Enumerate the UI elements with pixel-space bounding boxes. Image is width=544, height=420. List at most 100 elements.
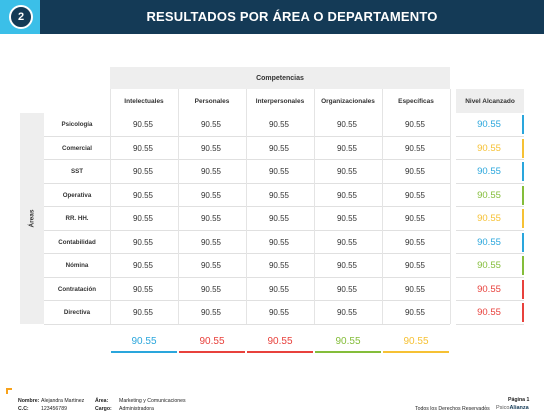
nivel-row: 90.55: [456, 207, 524, 231]
score-cell: 90.55: [336, 190, 358, 200]
score-cell: 90.55: [268, 261, 290, 270]
area-name: Nómina: [65, 262, 89, 269]
average-value: 90.55: [199, 335, 225, 347]
area-name: SST: [70, 168, 84, 175]
competencias-header: Competencias: [110, 67, 450, 89]
average-color-bar: [247, 351, 313, 353]
page-number: Página 1: [508, 397, 530, 403]
nivel-row: 90.55: [456, 278, 524, 301]
table-row: Contratación 90.55 90.55 90.55 90.55 90.55: [44, 278, 450, 301]
table-row: Directiva 90.55 90.55 90.55 90.55 90.55: [44, 301, 450, 325]
footer-accent-h: [6, 388, 12, 390]
score-cell: 90.55: [132, 190, 154, 200]
score-cell: 90.55: [268, 284, 290, 294]
score-cell: 90.55: [132, 214, 154, 223]
score-cell: 90.55: [200, 190, 222, 200]
area-name: Psicología: [61, 121, 93, 128]
score-cell: 90.55: [404, 167, 426, 176]
score-cell: 90.55: [200, 308, 222, 317]
nivel-value: 90.55: [477, 307, 501, 318]
nivel-row: 90.55: [456, 301, 524, 325]
score-cell: 90.55: [132, 237, 154, 247]
column-header: Específicas: [398, 97, 434, 105]
nivel-color-bar: [522, 279, 524, 299]
score-cell: 90.55: [336, 143, 358, 153]
score-cell: 90.55: [404, 143, 426, 153]
table-row: Contabilidad 90.55 90.55 90.55 90.55 90.55: [44, 231, 450, 254]
psicoalianza-logo: PsicoAlianza: [496, 405, 529, 411]
score-cell: 90.55: [336, 308, 358, 317]
nivel-value: 90.55: [477, 166, 501, 177]
score-cell: 90.55: [132, 284, 154, 294]
nivel-value: 90.55: [477, 283, 501, 295]
nivel-color-bar: [522, 185, 524, 205]
nivel-color-bar: [522, 162, 524, 181]
footer-cc: 123456789: [41, 406, 67, 412]
table-row: Comercial 90.55 90.55 90.55 90.55 90.55: [44, 137, 450, 160]
grid-line: [450, 89, 451, 324]
nivel-value: 90.55: [477, 142, 501, 154]
footer-area-label: Área:: [95, 398, 109, 404]
score-cell: 90.55: [268, 120, 290, 129]
score-cell: 90.55: [132, 143, 154, 153]
score-cell: 90.55: [404, 261, 426, 270]
nivel-row: 90.55: [456, 184, 524, 207]
average-value: 90.55: [131, 335, 157, 347]
area-name: Contratación: [57, 285, 97, 293]
score-cell: 90.55: [336, 284, 358, 294]
score-cell: 90.55: [404, 308, 426, 317]
footer-nombre-label: Nombre:: [18, 398, 40, 404]
average-color-bar: [315, 351, 381, 353]
nivel-row: 90.55: [456, 254, 524, 278]
nivel-alcanzado-header: Nivel Alcanzado: [456, 89, 524, 113]
score-cell: 90.55: [404, 284, 426, 294]
score-cell: 90.55: [132, 167, 154, 176]
area-name: RR. HH.: [65, 215, 89, 222]
score-cell: 90.55: [268, 167, 290, 176]
rights-text: Todos los Derechos Reservados: [415, 406, 490, 412]
column-header: Intelectuales: [124, 97, 164, 105]
nivel-value: 90.55: [477, 119, 501, 130]
average-value: 90.55: [403, 335, 429, 347]
nivel-color-bar: [522, 115, 524, 134]
score-cell: 90.55: [404, 214, 426, 223]
score-cell: 90.55: [200, 237, 222, 247]
score-cell: 90.55: [200, 214, 222, 223]
average-color-bar: [179, 351, 245, 353]
score-cell: 90.55: [336, 214, 358, 223]
nivel-color-bar: [522, 256, 524, 275]
score-cell: 90.55: [404, 120, 426, 129]
grid-line: [314, 89, 315, 324]
table-row: Nómina 90.55 90.55 90.55 90.55 90.55: [44, 254, 450, 278]
footer-cargo-label: Cargo:: [95, 406, 112, 412]
nivel-value: 90.55: [477, 213, 501, 224]
score-cell: 90.55: [200, 143, 222, 153]
nivel-value: 90.55: [477, 260, 501, 271]
score-cell: 90.55: [404, 237, 426, 247]
score-cell: 90.55: [200, 261, 222, 270]
grid-line: [382, 89, 383, 324]
score-cell: 90.55: [336, 120, 358, 129]
section-number-badge: 2: [9, 5, 33, 29]
score-cell: 90.55: [268, 214, 290, 223]
table-row: Psicología 90.55 90.55 90.55 90.55 90.55: [44, 113, 450, 137]
area-name: Operativa: [62, 191, 92, 199]
grid-line: [246, 89, 247, 324]
average-value: 90.55: [267, 335, 293, 347]
nivel-row: 90.55: [456, 137, 524, 160]
areas-label: Áreas: [20, 113, 44, 324]
footer-divider: |: [485, 405, 487, 411]
score-cell: 90.55: [200, 167, 222, 176]
nivel-color-bar: [522, 209, 524, 228]
page-header: 2 RESULTADOS POR ÁREA O DEPARTAMENTO: [0, 0, 544, 34]
nivel-color-bar: [522, 303, 524, 322]
table-row: RR. HH. 90.55 90.55 90.55 90.55 90.55: [44, 207, 450, 231]
area-name: Directiva: [63, 309, 91, 316]
areas-label-text: Áreas: [28, 209, 36, 228]
grid-line: [178, 89, 179, 324]
score-cell: 90.55: [336, 237, 358, 247]
score-cell: 90.55: [200, 284, 222, 294]
nivel-row: 90.55: [456, 160, 524, 184]
nivel-color-bar: [522, 232, 524, 252]
nivel-value: 90.55: [477, 236, 501, 248]
